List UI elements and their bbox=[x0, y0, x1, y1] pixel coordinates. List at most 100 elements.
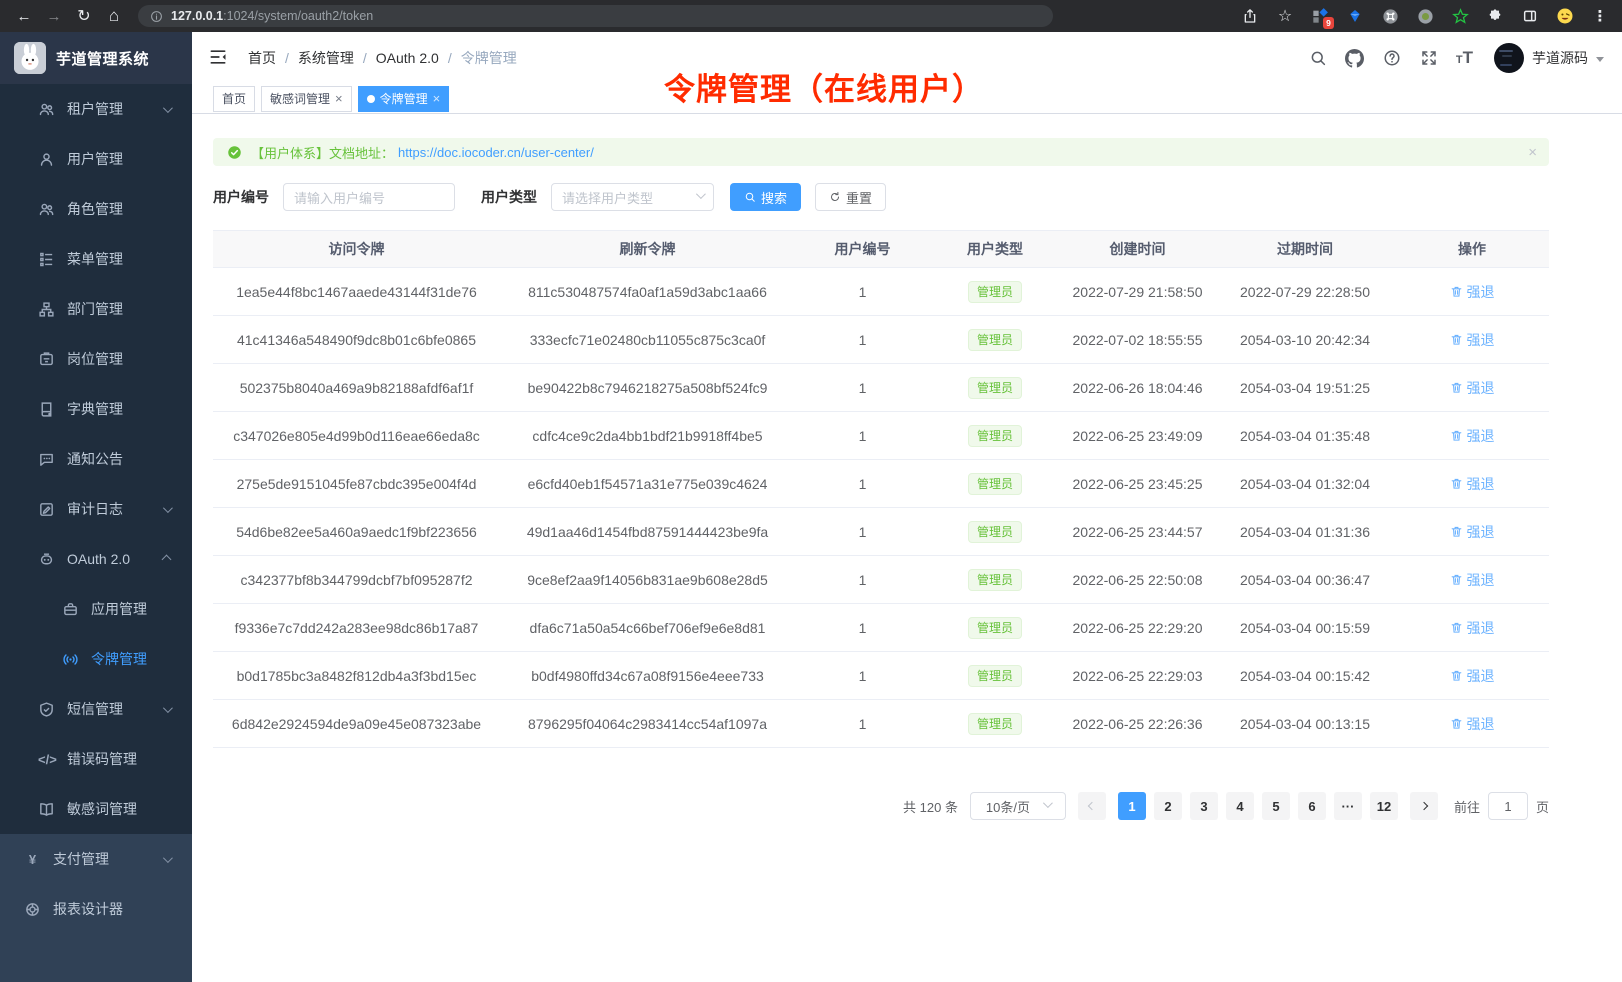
table-row: c347026e805e4d99b0d116eae66eda8c cdfc4ce… bbox=[213, 412, 1549, 460]
site-info-icon[interactable] bbox=[150, 10, 163, 23]
view-tab[interactable]: 敏感词管理 bbox=[261, 86, 352, 112]
extension-green-dot-icon[interactable] bbox=[1415, 6, 1435, 26]
breadcrumb-item[interactable]: 首页 bbox=[248, 48, 298, 68]
sidebar-item-label: 令牌管理 bbox=[91, 649, 147, 669]
table-row: 1ea5e44f8bc1467aaede43144f31de76 811c530… bbox=[213, 268, 1549, 316]
force-logout-button[interactable]: 强退 bbox=[1450, 522, 1495, 542]
close-icon[interactable] bbox=[433, 92, 441, 105]
sidebar-item[interactable]: 用户管理 bbox=[0, 134, 192, 184]
user-id-input[interactable]: 请输入用户编号 bbox=[283, 183, 455, 211]
sidebar-item-label: 通知公告 bbox=[67, 449, 123, 469]
sidebar-item[interactable]: 令牌管理 bbox=[0, 634, 192, 684]
force-logout-button[interactable]: 强退 bbox=[1450, 666, 1495, 686]
browser-home-icon[interactable] bbox=[102, 4, 126, 28]
extension-gem-icon[interactable] bbox=[1345, 6, 1365, 26]
share-icon[interactable] bbox=[1240, 6, 1260, 26]
sidebar-item[interactable]: 部门管理 bbox=[0, 284, 192, 334]
force-logout-button[interactable]: 强退 bbox=[1450, 282, 1495, 302]
user-type-select[interactable]: 请选择用户类型 bbox=[551, 183, 714, 211]
sidebar-item[interactable]: 通知公告 bbox=[0, 434, 192, 484]
browser-reload-icon[interactable] bbox=[72, 4, 96, 28]
chevron-icon bbox=[163, 503, 173, 513]
browser-back-icon[interactable] bbox=[12, 4, 36, 28]
close-icon[interactable] bbox=[335, 92, 343, 105]
browser-forward-icon[interactable] bbox=[42, 4, 66, 28]
reset-button[interactable]: 重置 bbox=[815, 183, 886, 211]
address-bar[interactable]: 127.0.0.1:1024/system/oauth2/token bbox=[138, 5, 1053, 27]
sidebar-item[interactable]: 字典管理 bbox=[0, 384, 192, 434]
created-at-cell: 2022-07-29 21:58:50 bbox=[1060, 268, 1215, 316]
topbar-actions: TT 芋道源码 bbox=[1308, 43, 1604, 73]
topbar: 首页 系统管理 OAuth 2.0 令牌管理 TT 芋道源码 bbox=[192, 32, 1622, 84]
force-logout-button[interactable]: 强退 bbox=[1450, 330, 1495, 350]
search-button[interactable]: 搜索 bbox=[730, 183, 801, 211]
next-page-button[interactable] bbox=[1410, 792, 1438, 820]
sidebar: 芋道管理系统 租户管理 用户管理 bbox=[0, 32, 192, 982]
bookmark-star-icon[interactable] bbox=[1275, 6, 1295, 26]
extension-green-star-icon[interactable] bbox=[1450, 6, 1470, 26]
sidebar-item-label: 错误码管理 bbox=[67, 749, 137, 769]
force-logout-button[interactable]: 强退 bbox=[1450, 570, 1495, 590]
alert-close-icon[interactable] bbox=[1528, 144, 1537, 161]
sidebar-item[interactable]: </> 错误码管理 bbox=[0, 734, 192, 784]
sidebar-item[interactable]: 角色管理 bbox=[0, 184, 192, 234]
page-button[interactable]: 4 bbox=[1226, 792, 1254, 820]
sidebar-item[interactable]: ¥ 支付管理 bbox=[0, 834, 192, 884]
sidebar-item[interactable]: 审计日志 bbox=[0, 484, 192, 534]
sidebar-item[interactable]: 岗位管理 bbox=[0, 334, 192, 384]
force-logout-button[interactable]: 强退 bbox=[1450, 474, 1495, 494]
sidebar-item[interactable]: OAuth 2.0 bbox=[0, 534, 192, 584]
sidebar-item[interactable]: 敏感词管理 bbox=[0, 784, 192, 834]
chevron-left-icon bbox=[1088, 802, 1096, 810]
sidebar-fold-icon[interactable] bbox=[208, 47, 230, 69]
extension-grid-icon[interactable]: 9 bbox=[1310, 6, 1330, 26]
force-logout-button[interactable]: 强退 bbox=[1450, 618, 1495, 638]
page-button[interactable]: 3 bbox=[1190, 792, 1218, 820]
sidebar-item[interactable]: 菜单管理 bbox=[0, 234, 192, 284]
sidebar-item-icon bbox=[38, 501, 55, 518]
force-logout-button[interactable]: 强退 bbox=[1450, 378, 1495, 398]
page-size-value: 10条/页 bbox=[986, 797, 1030, 816]
browser-menu-icon[interactable] bbox=[1590, 6, 1610, 26]
page-size-select[interactable]: 10条/页 bbox=[970, 792, 1066, 820]
user-menu[interactable]: 芋道源码 bbox=[1494, 43, 1604, 73]
prev-page-button[interactable] bbox=[1078, 792, 1106, 820]
sidebar-item[interactable]: 报表设计器 bbox=[0, 884, 192, 934]
user-type-cell: 管理员 bbox=[930, 556, 1060, 604]
table-row: 502375b8040a469a9b82188afdf6af1f be90422… bbox=[213, 364, 1549, 412]
page-button[interactable]: 6 bbox=[1298, 792, 1326, 820]
github-icon[interactable] bbox=[1345, 48, 1365, 68]
font-size-icon[interactable]: TT bbox=[1456, 48, 1473, 68]
user-id-cell: 1 bbox=[795, 556, 930, 604]
help-icon[interactable] bbox=[1382, 48, 1402, 68]
breadcrumb-item[interactable]: OAuth 2.0 bbox=[376, 50, 461, 66]
page-button[interactable]: 2 bbox=[1154, 792, 1182, 820]
created-at-cell: 2022-06-25 22:26:36 bbox=[1060, 700, 1215, 748]
view-tab[interactable]: 令牌管理 bbox=[358, 86, 450, 112]
sidebar-item[interactable]: 租户管理 bbox=[0, 84, 192, 134]
app-logo-row[interactable]: 芋道管理系统 bbox=[0, 32, 192, 84]
sidebar-item-label: 菜单管理 bbox=[67, 249, 123, 269]
force-logout-button[interactable]: 强退 bbox=[1450, 714, 1495, 734]
refresh-token-cell: cdfc4ce9c2da4bb1bdf21b9918ff4be5 bbox=[500, 412, 795, 460]
page-button[interactable]: 1 bbox=[1118, 792, 1146, 820]
page-button[interactable]: ··· bbox=[1334, 792, 1362, 820]
extension-command-icon[interactable] bbox=[1380, 6, 1400, 26]
search-icon[interactable] bbox=[1308, 48, 1328, 68]
sidebar-item-icon bbox=[38, 551, 55, 568]
fullscreen-icon[interactable] bbox=[1419, 48, 1439, 68]
force-logout-button[interactable]: 强退 bbox=[1450, 426, 1495, 446]
breadcrumb-item[interactable]: 令牌管理 bbox=[461, 48, 535, 68]
side-panel-icon[interactable] bbox=[1520, 6, 1540, 26]
profile-emoji-icon[interactable] bbox=[1555, 6, 1575, 26]
sidebar-item[interactable]: 应用管理 bbox=[0, 584, 192, 634]
breadcrumb-item[interactable]: 系统管理 bbox=[298, 48, 376, 68]
alert-doc-link[interactable]: https://doc.iocoder.cn/user-center/ bbox=[398, 145, 594, 160]
page-button[interactable]: 12 bbox=[1370, 792, 1398, 820]
goto-page-input[interactable] bbox=[1488, 792, 1528, 820]
extensions-puzzle-icon[interactable] bbox=[1485, 6, 1505, 26]
table-row: 6d842e2924594de9a09e45e087323abe 8796295… bbox=[213, 700, 1549, 748]
sidebar-item[interactable]: 短信管理 bbox=[0, 684, 192, 734]
view-tab[interactable]: 首页 bbox=[213, 86, 255, 112]
page-button[interactable]: 5 bbox=[1262, 792, 1290, 820]
